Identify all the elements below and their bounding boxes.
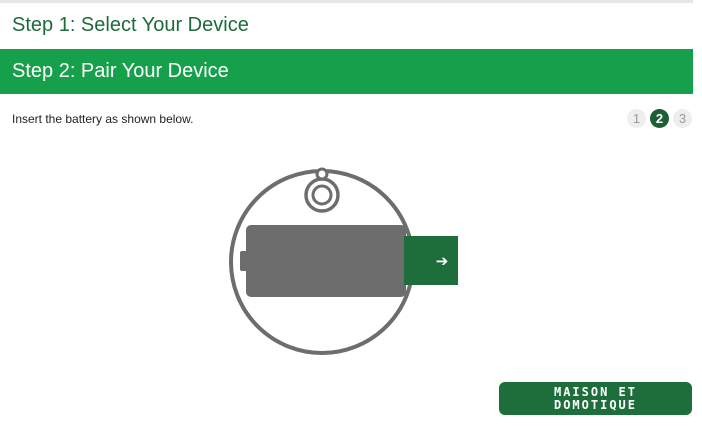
watermark-line2: DOMOTIQUE: [553, 397, 638, 412]
battery-slot: [404, 236, 458, 285]
top-divider: [0, 0, 693, 3]
step1-header[interactable]: Step 1: Select Your Device: [0, 4, 693, 47]
step-indicator-1: 1: [627, 109, 646, 128]
battery-insertion-illustration: ➔: [229, 167, 458, 355]
step2-title: Step 2: Pair Your Device: [12, 60, 229, 82]
arrow-right-icon: ➔: [436, 252, 449, 270]
battery-body: [246, 225, 406, 297]
watermark-logo: MAISON ET DOMOTIQUE: [499, 382, 692, 415]
watermark-line1: MAISON ET: [553, 384, 638, 399]
step-indicator-2: 2: [650, 109, 669, 128]
device-ring-inner: [311, 184, 333, 206]
battery-terminal: [240, 251, 248, 271]
instruction-text: Insert the battery as shown below.: [12, 112, 194, 126]
step-indicator-3: 3: [673, 109, 692, 128]
step2-header: Step 2: Pair Your Device: [0, 49, 693, 94]
step-indicator: 1 2 3: [627, 109, 692, 128]
step1-title: Step 1: Select Your Device: [12, 14, 249, 36]
device-ring-notch: [315, 167, 329, 181]
